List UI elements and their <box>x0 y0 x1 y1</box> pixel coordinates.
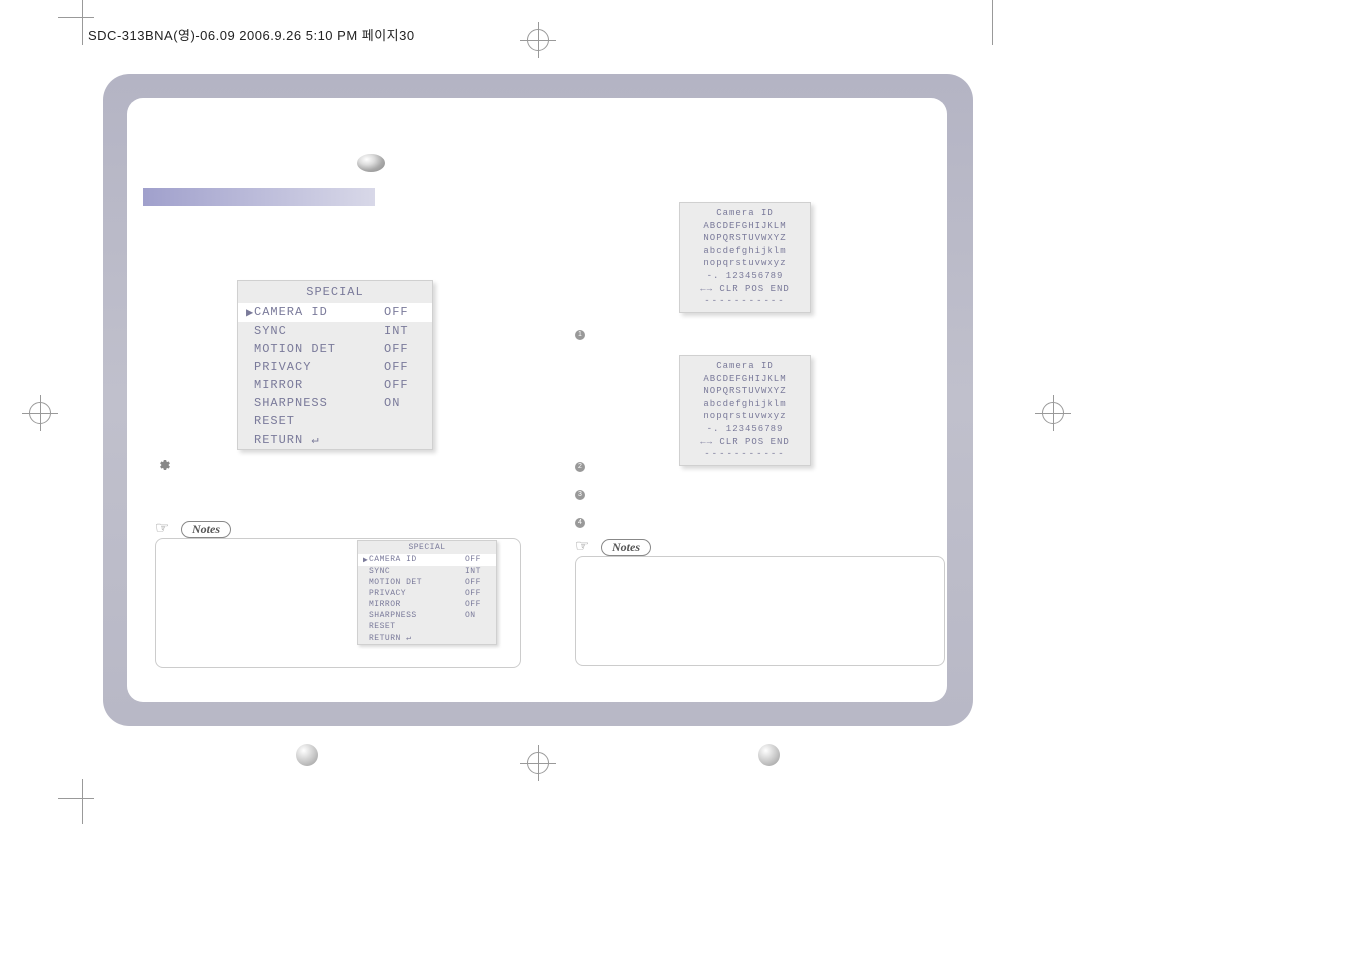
page-number-sphere-icon <box>758 744 780 766</box>
osd-line: ABCDEFGHIJKLM <box>680 220 810 233</box>
section-header-bar <box>143 188 375 206</box>
osd-row: RESET <box>358 621 496 632</box>
crop-mark <box>58 17 94 18</box>
osd-row: RETURN ↵ <box>358 632 496 644</box>
osd-row: SYNCINT <box>358 566 496 577</box>
pointing-hand-icon: ☞ <box>155 518 177 540</box>
numbered-bullet-icon: 2 <box>575 462 585 472</box>
camera-id-osd: Camera ID ABCDEFGHIJKLM NOPQRSTUVWXYZ ab… <box>679 202 811 313</box>
osd-row: ▶CAMERA IDOFF <box>238 303 432 322</box>
registration-mark <box>1035 395 1071 431</box>
crop-mark <box>82 779 83 824</box>
osd-row: MOTION DETOFF <box>358 577 496 588</box>
osd-line: -. 123456789 <box>680 270 810 283</box>
page-left: SPECIAL ▶CAMERA IDOFF SYNCINT MOTION DET… <box>127 98 537 702</box>
notes-badge: ☞ Notes <box>155 518 231 540</box>
notes-badge: ☞ Notes <box>575 536 651 558</box>
osd-row: SHARPNESSON <box>238 394 432 412</box>
gear-icon <box>159 458 171 470</box>
osd-line: nopqrstuvwxyz <box>680 410 810 423</box>
registration-mark <box>520 22 556 58</box>
osd-line: ←→ CLR POS END <box>680 436 810 449</box>
osd-line: nopqrstuvwxyz <box>680 257 810 270</box>
crop-mark <box>58 798 94 799</box>
osd-line: -. 123456789 <box>680 423 810 436</box>
osd-line: NOPQRSTUVWXYZ <box>680 385 810 398</box>
notes-label: Notes <box>601 539 651 556</box>
registration-mark <box>22 395 58 431</box>
doc-header: SDC-313BNA(영)-06.09 2006.9.26 5:10 PM 페이… <box>88 25 415 44</box>
pointing-hand-icon: ☞ <box>575 536 597 558</box>
crop-mark <box>992 0 993 45</box>
binding-hole-icon <box>357 154 385 172</box>
numbered-bullet-icon: 1 <box>575 330 585 340</box>
numbered-bullet-icon: 3 <box>575 490 585 500</box>
osd-title: SPECIAL <box>358 541 496 554</box>
osd-row: PRIVACYOFF <box>238 358 432 376</box>
page-spread: SPECIAL ▶CAMERA IDOFF SYNCINT MOTION DET… <box>103 74 973 726</box>
camera-id-osd: Camera ID ABCDEFGHIJKLM NOPQRSTUVWXYZ ab… <box>679 355 811 466</box>
osd-title: Camera ID <box>680 207 810 220</box>
osd-line: ----------- <box>680 295 810 308</box>
osd-menu-special: SPECIAL ▶CAMERA IDOFF SYNCINT MOTION DET… <box>237 280 433 450</box>
osd-row: PRIVACYOFF <box>358 588 496 599</box>
osd-row: ▶CAMERA IDOFF <box>358 554 496 566</box>
osd-line: ----------- <box>680 448 810 461</box>
osd-row: MOTION DETOFF <box>238 340 432 358</box>
osd-row: MIRROROFF <box>238 376 432 394</box>
numbered-bullet-icon: 4 <box>575 518 585 528</box>
osd-title: SPECIAL <box>238 281 432 303</box>
page-right: Camera ID ABCDEFGHIJKLM NOPQRSTUVWXYZ ab… <box>537 98 947 702</box>
registration-mark <box>520 745 556 781</box>
osd-menu-special-small: SPECIAL ▶CAMERA IDOFF SYNCINT MOTION DET… <box>357 540 497 645</box>
osd-row: MIRROROFF <box>358 599 496 610</box>
page-number-sphere-icon <box>296 744 318 766</box>
osd-row: RESET <box>238 412 432 430</box>
notes-box <box>575 556 945 666</box>
osd-line: NOPQRSTUVWXYZ <box>680 232 810 245</box>
osd-line: abcdefghijklm <box>680 245 810 258</box>
osd-row: SHARPNESSON <box>358 610 496 621</box>
osd-line: abcdefghijklm <box>680 398 810 411</box>
osd-line: ←→ CLR POS END <box>680 283 810 296</box>
crop-mark <box>82 0 83 45</box>
osd-row: RETURN ↵ <box>238 430 432 449</box>
osd-title: Camera ID <box>680 360 810 373</box>
notes-label: Notes <box>181 521 231 538</box>
osd-line: ABCDEFGHIJKLM <box>680 373 810 386</box>
osd-row: SYNCINT <box>238 322 432 340</box>
